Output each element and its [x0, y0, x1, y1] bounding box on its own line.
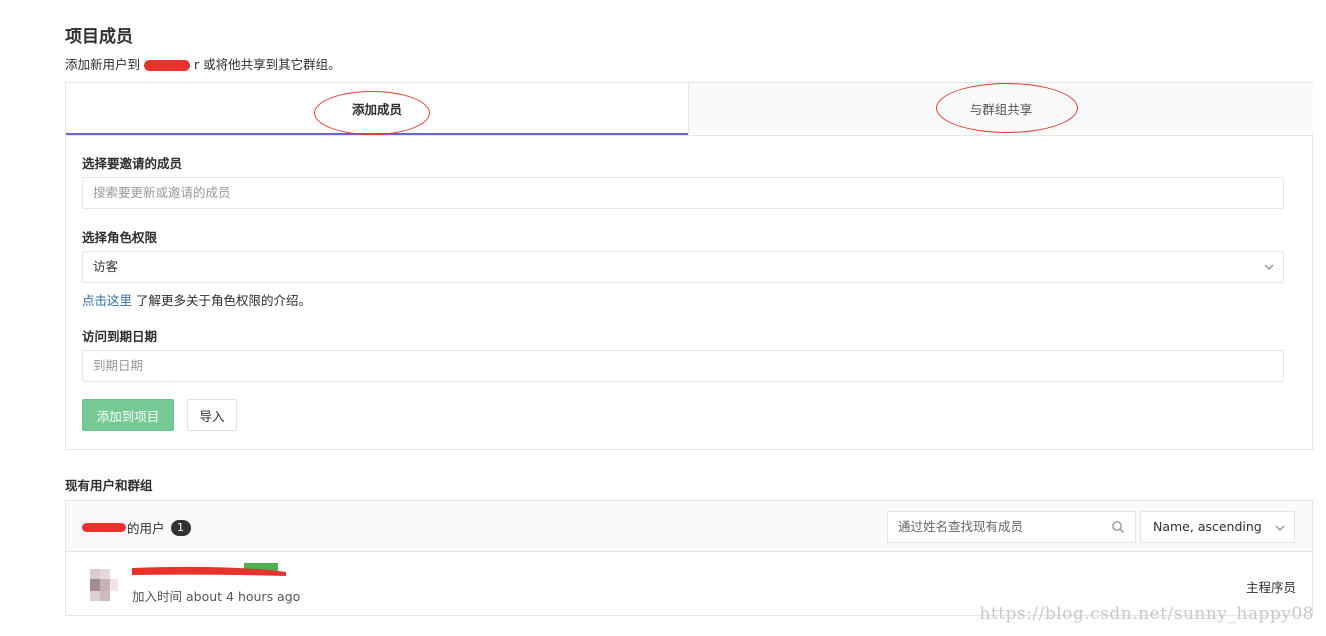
- redacted-username: [132, 563, 286, 576]
- members-list-title: 的用户 1: [82, 518, 191, 537]
- members-list: 的用户 1 通过姓名查找现有成员 Name, ascending 加入时间 ab…: [65, 500, 1313, 616]
- sort-dropdown-value: Name, ascending: [1153, 519, 1262, 534]
- tab-add-member[interactable]: 添加成员: [66, 83, 688, 135]
- expiry-label: 访问到期日期: [82, 329, 158, 344]
- search-icon: [1112, 521, 1125, 534]
- subtitle-suffix: r 或将他共享到其它群组。: [194, 57, 341, 72]
- member-search-input[interactable]: 搜索要更新或邀请的成员: [82, 177, 1284, 209]
- member-joined-time: 加入时间 about 4 hours ago: [132, 589, 301, 604]
- chevron-down-icon: [1275, 525, 1285, 532]
- tab-share-with-group[interactable]: 与群组共享: [688, 83, 1313, 134]
- existing-members-title: 现有用户和群组: [65, 478, 153, 493]
- member-role[interactable]: 主程序员: [1246, 577, 1296, 596]
- redacted-project-name: [82, 523, 126, 532]
- expiry-date-input[interactable]: 到期日期: [82, 350, 1284, 382]
- member-count-badge: 1: [170, 519, 191, 536]
- watermark: https://blog.csdn.net/sunny_happy08: [979, 604, 1314, 624]
- role-select-value: 访客: [93, 259, 119, 274]
- invite-member-label: 选择要邀请的成员: [82, 156, 183, 171]
- import-button[interactable]: 导入: [187, 399, 237, 431]
- role-help: 点击这里 了解更多关于角色权限的介绍。: [82, 290, 311, 309]
- chevron-down-icon: [1264, 264, 1274, 271]
- page-subtitle: 添加新用户到 r 或将他共享到其它群组。: [65, 54, 341, 73]
- role-label: 选择角色权限: [82, 230, 158, 245]
- members-header-suffix: 的用户: [127, 521, 165, 536]
- tab-bar: 添加成员 与群组共享: [66, 83, 1313, 136]
- members-list-header: 的用户 1 通过姓名查找现有成员 Name, ascending: [66, 501, 1312, 552]
- role-help-text: 了解更多关于角色权限的介绍。: [132, 293, 311, 308]
- sort-dropdown[interactable]: Name, ascending: [1140, 511, 1295, 543]
- add-to-project-button[interactable]: 添加到项目: [82, 399, 174, 431]
- role-select[interactable]: 访客: [82, 251, 1284, 283]
- page-title: 项目成员: [65, 27, 133, 47]
- subtitle-prefix: 添加新用户到: [65, 57, 141, 72]
- redacted-project-name: [144, 60, 191, 71]
- add-member-panel: 添加成员 与群组共享 选择要邀请的成员 搜索要更新或邀请的成员 选择角色权限 访…: [65, 82, 1313, 450]
- avatar: [90, 563, 120, 601]
- role-help-link[interactable]: 点击这里: [82, 293, 132, 308]
- member-filter-input[interactable]: 通过姓名查找现有成员: [887, 511, 1136, 543]
- member-filter-placeholder: 通过姓名查找现有成员: [898, 519, 1024, 534]
